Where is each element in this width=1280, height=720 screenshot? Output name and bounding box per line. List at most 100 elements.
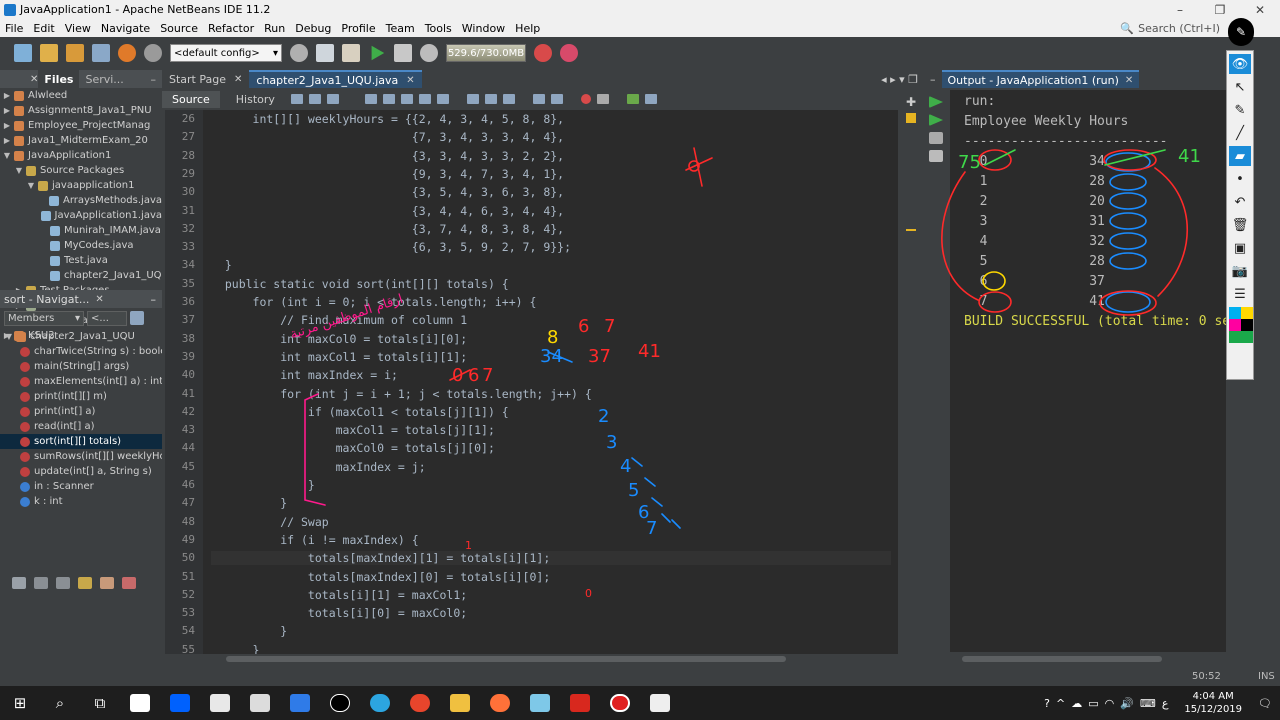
prev-bookmark-icon[interactable] (466, 94, 479, 104)
code-line[interactable]: totals[maxIndex][1] = totals[i][1]; (211, 551, 891, 566)
tree-item[interactable]: ▼ javaapplication1 (0, 178, 162, 193)
wifi-icon[interactable]: ◠ (1105, 697, 1115, 710)
save-all-icon[interactable] (92, 44, 110, 62)
help-icon[interactable]: ? (1044, 697, 1050, 710)
stop-icon[interactable] (929, 132, 943, 144)
lock-icon[interactable] (78, 577, 92, 589)
toggle-selection-icon[interactable] (436, 94, 449, 104)
code-line[interactable]: int maxCol0 = totals[i][0]; (211, 332, 467, 346)
undo-icon[interactable]: ↶ (1229, 192, 1251, 212)
firefox-icon[interactable] (490, 694, 510, 712)
output-console[interactable]: run: Employee Weekly Hours ---------------… (950, 90, 1226, 652)
chevron-up-icon[interactable]: ^ (1056, 697, 1065, 710)
tab-scroll-arrows[interactable]: ◂ ▸ ▾ ❐ (881, 73, 922, 86)
code-line[interactable]: // Swap (211, 515, 328, 529)
color-cyan[interactable] (1229, 307, 1241, 319)
code-line[interactable]: totals[i][1] = maxCol1; (211, 588, 467, 602)
tree-item[interactable]: JavaApplication1.java (0, 208, 162, 223)
menu-window[interactable]: Window (457, 22, 510, 35)
chevron-right-icon[interactable]: ▶ (2, 88, 12, 103)
acrobat-icon[interactable] (570, 694, 590, 712)
tree-item[interactable]: ▼ Source Packages (0, 163, 162, 178)
last-edit-icon[interactable] (290, 94, 303, 104)
shift-left-icon[interactable] (532, 94, 545, 104)
output-horizontal-scrollbar[interactable] (962, 655, 1262, 663)
input-language[interactable]: ع (1162, 697, 1169, 710)
comment-icon[interactable] (626, 94, 639, 104)
close-icon[interactable]: ✕ (234, 74, 242, 85)
back-icon[interactable] (308, 94, 321, 104)
pen-tool-logo-icon[interactable]: ✎ (1228, 18, 1254, 46)
task-view-icon[interactable]: ⧉ (80, 694, 120, 712)
mail-icon[interactable] (210, 694, 230, 712)
find-prev-icon[interactable] (382, 94, 395, 104)
close-icon[interactable]: ✕ (95, 294, 103, 305)
tree-item[interactable]: MyCodes.java (0, 238, 162, 253)
code-line[interactable]: int maxCol1 = totals[i][1]; (211, 350, 467, 364)
pen-icon[interactable]: ✎ (1229, 100, 1251, 120)
code-editor[interactable]: int[][] weeklyHours = {{2, 4, 3, 4, 5, 8… (203, 110, 898, 654)
menu-run[interactable]: Run (259, 22, 290, 35)
code-line[interactable]: int[][] weeklyHours = {{2, 4, 3, 4, 5, 8… (211, 112, 565, 126)
tree-item[interactable]: chapter2_Java1_UQ (0, 268, 162, 283)
new-file-icon[interactable] (14, 44, 32, 62)
menu-team[interactable]: Team (381, 22, 420, 35)
calendar-icon[interactable] (250, 694, 270, 712)
search-input[interactable]: Search (Ctrl+I) (1138, 22, 1220, 35)
navigator-item[interactable]: in : Scanner (0, 479, 162, 494)
open-project-icon[interactable] (66, 44, 84, 62)
navigator-item[interactable]: read(int[] a) (0, 419, 162, 434)
menu-file[interactable]: File (0, 22, 28, 35)
sort-select[interactable]: <... (87, 310, 127, 326)
store-icon[interactable] (130, 694, 150, 712)
code-line[interactable]: {7, 3, 4, 3, 3, 4, 4}, (211, 130, 564, 144)
record-icon[interactable] (610, 694, 630, 712)
navigator-item[interactable]: ▼ chapter2_Java1_UQU (0, 329, 162, 344)
debug-icon[interactable] (394, 44, 412, 62)
config-select[interactable]: <default config> ▾ (170, 44, 282, 62)
code-line[interactable]: maxIndex = j; (211, 460, 426, 474)
profile-snapshot-icon[interactable] (560, 44, 578, 62)
code-line[interactable]: } (211, 478, 315, 492)
minimize-panel-icon[interactable]: – (151, 73, 163, 86)
tab-files[interactable]: Files (38, 70, 80, 88)
start-macro-icon[interactable] (580, 94, 591, 104)
navigator-item[interactable]: sort(int[][] totals) (0, 434, 162, 449)
code-line[interactable]: public static void sort(int[][] totals) … (211, 277, 509, 291)
minimize-panel-icon[interactable]: – (151, 293, 163, 306)
expand-icon[interactable]: ✚ (906, 95, 916, 109)
color-green-2[interactable] (1241, 331, 1253, 343)
pen-app-icon[interactable] (330, 694, 350, 712)
telegram-icon[interactable] (370, 694, 390, 712)
board-icon[interactable]: ▣ (1229, 238, 1251, 258)
keyboard-icon[interactable]: ⌨ (1140, 697, 1156, 710)
code-line[interactable]: } (211, 643, 260, 654)
code-line[interactable]: } (211, 496, 287, 510)
profile-icon[interactable] (420, 44, 438, 62)
shift-right-icon[interactable] (550, 94, 563, 104)
filter-icon[interactable] (12, 577, 26, 589)
todo-icon[interactable] (290, 694, 310, 712)
photos-icon[interactable] (650, 694, 670, 712)
navigator-item[interactable]: update(int[] a, String s) (0, 464, 162, 479)
code-line[interactable]: int maxIndex = i; (211, 368, 398, 382)
tree-item[interactable]: ▶ Java1_MidtermExam_20 (0, 133, 162, 148)
file-explorer-icon[interactable] (450, 694, 470, 712)
notifications-icon[interactable]: 🗨 (1258, 697, 1272, 710)
tab-output[interactable]: Output - JavaApplication1 (run) ✕ (941, 70, 1140, 88)
code-line[interactable]: totals[maxIndex][0] = totals[i][0]; (211, 570, 550, 584)
fields-filter-icon[interactable] (34, 577, 48, 589)
menu-profile[interactable]: Profile (336, 22, 380, 35)
undo-icon[interactable] (118, 44, 136, 62)
navigator-item[interactable]: print(int[][] m) (0, 389, 162, 404)
color-magenta[interactable] (1229, 319, 1241, 331)
navigator-item[interactable]: print(int[] a) (0, 404, 162, 419)
code-line[interactable]: if (i != maxIndex) { (211, 533, 418, 547)
toggle-bookmark-icon[interactable] (502, 94, 515, 104)
memory-meter[interactable]: 529.6/730.0MB (446, 44, 526, 62)
tree-item[interactable]: ▶ Alwleed (0, 88, 162, 103)
cloud-icon[interactable]: ☁ (1071, 697, 1082, 710)
tab-start-page[interactable]: Start Page ✕ (162, 70, 249, 88)
rerun-icon[interactable] (929, 96, 943, 108)
camera-icon[interactable]: 📷 (1229, 261, 1251, 281)
